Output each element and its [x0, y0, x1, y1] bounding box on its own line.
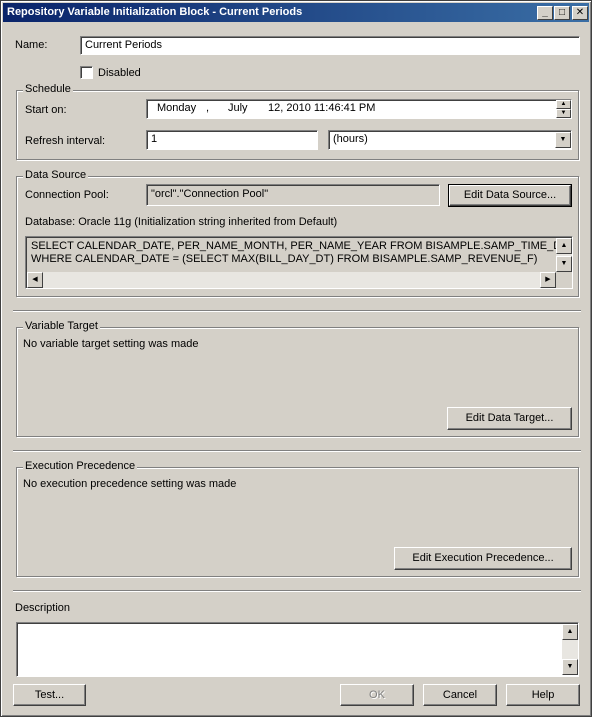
help-button[interactable]: Help: [506, 684, 580, 706]
arrow-up-icon: ▲: [566, 628, 574, 635]
start-separator: ,: [206, 102, 210, 114]
separator: [13, 590, 581, 592]
sql-scroll-down-button[interactable]: ▼: [556, 256, 572, 272]
connection-pool-field: "orcl"."Connection Pool": [146, 184, 440, 206]
arrow-left-icon: ◀: [32, 276, 38, 283]
spin-up-icon: ▲: [560, 101, 567, 107]
execution-precedence-title: Execution Precedence: [23, 460, 138, 472]
variable-target-text: No variable target setting was made: [23, 338, 199, 350]
refresh-unit-dropdown-button[interactable]: ▼: [555, 132, 571, 148]
edit-data-source-button[interactable]: Edit Data Source...: [448, 184, 572, 207]
minimize-button[interactable]: _: [537, 6, 553, 20]
name-input[interactable]: Current Periods: [80, 36, 580, 55]
dialog-window: Repository Variable Initialization Block…: [0, 0, 592, 717]
sql-scroll-left-button[interactable]: ◀: [27, 272, 43, 288]
minimize-icon: _: [542, 7, 548, 18]
start-date-time: 12, 2010 11:46:41 PM: [268, 102, 376, 114]
sql-scroll-up-button[interactable]: ▲: [556, 238, 572, 254]
sql-scroll-right-button[interactable]: ▶: [540, 272, 556, 288]
close-icon: ✕: [575, 7, 585, 18]
refresh-interval-input[interactable]: 1: [146, 130, 318, 150]
chevron-down-icon: ▼: [559, 136, 567, 143]
window-title: Repository Variable Initialization Block…: [7, 6, 303, 18]
start-month: July: [228, 102, 248, 114]
description-scroll-up-button[interactable]: ▲: [562, 624, 578, 640]
start-on-label: Start on:: [25, 104, 67, 116]
connection-pool-label: Connection Pool:: [25, 189, 109, 201]
start-on-datetime-picker[interactable]: Monday , July 12, 2010 11:46:41 PM: [146, 99, 572, 119]
test-button[interactable]: Test...: [13, 684, 86, 706]
execution-precedence-text: No execution precedence setting was made: [23, 478, 237, 490]
edit-data-target-button[interactable]: Edit Data Target...: [447, 407, 572, 430]
start-spin-up[interactable]: ▲: [556, 100, 571, 109]
disabled-label: Disabled: [98, 67, 141, 79]
title-bar[interactable]: Repository Variable Initialization Block…: [3, 3, 589, 22]
ok-button[interactable]: OK: [340, 684, 414, 706]
refresh-unit-select[interactable]: (hours): [328, 130, 572, 150]
spin-down-icon: ▼: [560, 110, 567, 116]
close-button[interactable]: ✕: [572, 6, 588, 20]
separator: [13, 450, 581, 452]
variable-target-title: Variable Target: [23, 320, 100, 332]
refresh-interval-label: Refresh interval:: [25, 135, 106, 147]
sql-horizontal-scrollbar[interactable]: [27, 272, 556, 288]
schedule-title: Schedule: [23, 83, 73, 95]
arrow-right-icon: ▶: [545, 276, 551, 283]
disabled-checkbox[interactable]: [80, 66, 93, 79]
separator: [13, 310, 581, 312]
start-spin-down[interactable]: ▼: [556, 109, 571, 118]
cancel-button[interactable]: Cancel: [423, 684, 497, 706]
data-source-title: Data Source: [23, 169, 89, 181]
maximize-button[interactable]: □: [554, 6, 570, 20]
arrow-down-icon: ▼: [560, 260, 568, 267]
start-day: Monday: [157, 102, 197, 114]
sql-line-1: SELECT CALENDAR_DATE, PER_NAME_MONTH, PE…: [31, 240, 573, 252]
description-scroll-down-button[interactable]: ▼: [562, 659, 578, 675]
sql-line-2: WHERE CALENDAR_DATE = (SELECT MAX(BILL_D…: [31, 253, 538, 265]
description-label: Description: [15, 602, 71, 614]
arrow-up-icon: ▲: [560, 242, 568, 249]
arrow-down-icon: ▼: [566, 663, 574, 670]
description-textarea[interactable]: [16, 622, 579, 677]
database-info-text: Database: Oracle 11g (Initialization str…: [25, 216, 338, 228]
refresh-unit-value: (hours): [333, 133, 368, 145]
edit-execution-precedence-button[interactable]: Edit Execution Precedence...: [394, 547, 572, 570]
maximize-icon: □: [558, 7, 566, 18]
name-label: Name:: [15, 39, 48, 51]
